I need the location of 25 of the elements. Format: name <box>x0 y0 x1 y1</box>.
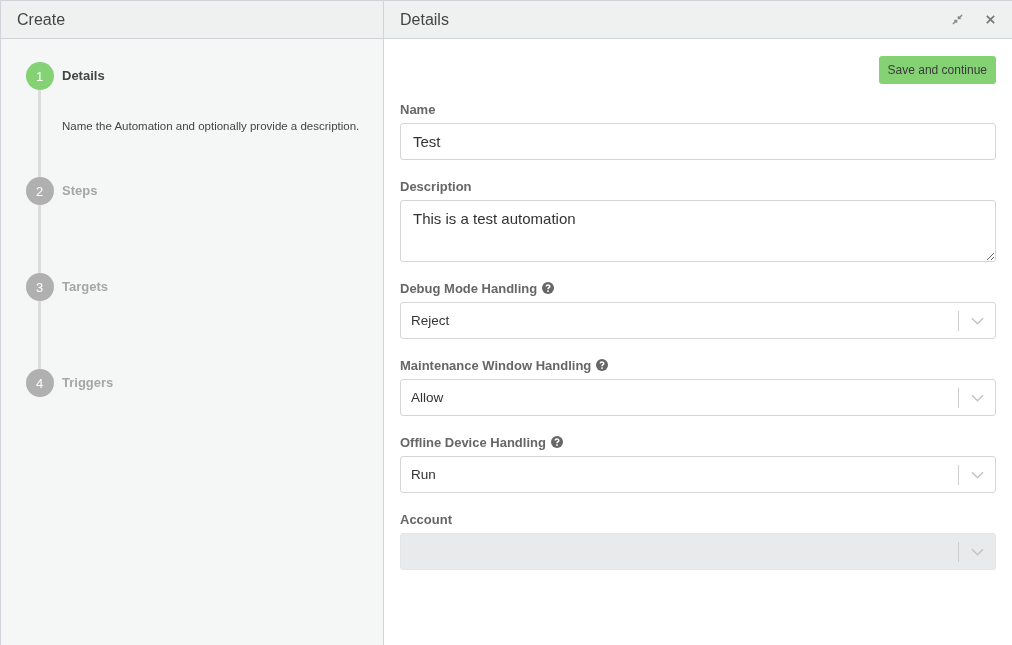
field-label: Account <box>400 511 452 527</box>
panel-title: Create <box>17 10 66 29</box>
name-input[interactable]: Test <box>400 123 996 160</box>
dropdown[interactable]: Allow <box>400 379 996 416</box>
field-label: Maintenance Window Handling <box>400 357 592 373</box>
chevron-down-icon <box>971 316 984 325</box>
help-icon[interactable] <box>542 282 555 294</box>
field-label: Description <box>400 178 472 194</box>
chevron-down-icon <box>971 547 984 556</box>
save-and-continue-button[interactable]: Save and continue <box>878 56 996 84</box>
help-icon[interactable] <box>596 359 609 371</box>
field-label: Offline Device Handling <box>400 434 546 450</box>
step-label[interactable]: Details <box>62 62 360 90</box>
panel-title: Details <box>400 10 449 29</box>
field-label: Debug Mode Handling <box>400 280 538 296</box>
chevron-down-icon <box>971 470 984 479</box>
step-description: Name the Automation and optionally provide a description. <box>62 120 360 132</box>
chevron-down-icon <box>971 393 984 402</box>
dropdown[interactable]: Reject <box>400 302 996 339</box>
field-label: Name <box>400 101 436 117</box>
collapse-icon[interactable] <box>952 14 963 25</box>
description-textarea[interactable]: This is a test automation <box>400 200 996 262</box>
help-icon[interactable] <box>550 436 563 448</box>
close-icon[interactable] <box>985 14 996 25</box>
dropdown[interactable]: Run <box>400 456 996 493</box>
